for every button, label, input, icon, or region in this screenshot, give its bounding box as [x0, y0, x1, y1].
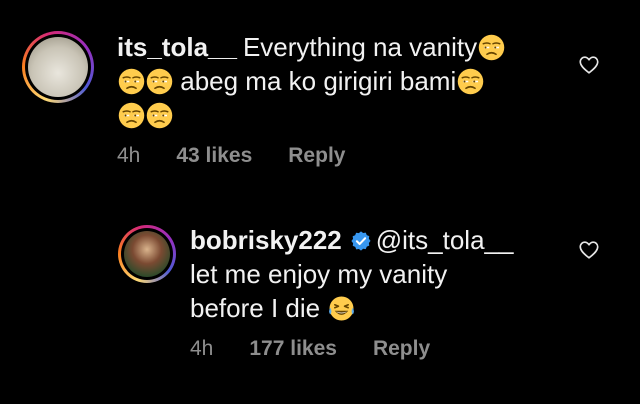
likes-count[interactable]: 43 likes	[176, 144, 252, 168]
avatar[interactable]	[22, 31, 94, 103]
comment-text: its_tola__ Everything na vanity abeg ma k…	[117, 30, 557, 132]
comment-meta: 4h 177 likes Reply	[190, 337, 550, 361]
verified-badge-icon	[351, 231, 371, 251]
comment-line-1: let me enjoy my vanity	[190, 259, 448, 289]
reply-button[interactable]: Reply	[373, 337, 430, 361]
likes-count[interactable]: 177 likes	[249, 337, 337, 361]
unamused-face-emoji	[146, 68, 173, 95]
comment-line-2: before I die	[190, 293, 321, 323]
mention-link[interactable]: @its_tola__	[376, 225, 514, 255]
heart-icon[interactable]	[578, 239, 600, 261]
avatar-image	[124, 231, 170, 277]
comment-body: its_tola__ Everything na vanity abeg ma k…	[117, 30, 557, 168]
timestamp: 4h	[190, 337, 214, 360]
tears-of-joy-emoji	[328, 295, 355, 322]
unamused-face-emoji	[478, 34, 505, 61]
timestamp: 4h	[117, 144, 141, 167]
comment-line-1: Everything na vanity	[242, 32, 478, 62]
comment-meta: 4h 43 likes Reply	[117, 144, 557, 168]
unamused-face-emoji	[146, 102, 173, 129]
avatar-image	[28, 37, 88, 97]
unamused-face-emoji	[118, 102, 145, 129]
username[interactable]: bobrisky222	[190, 225, 342, 255]
reply-button[interactable]: Reply	[288, 144, 345, 168]
avatar[interactable]	[118, 225, 176, 283]
comment-text: bobrisky222 @its_tola__ let me enjoy my …	[190, 223, 550, 325]
comment-body: bobrisky222 @its_tola__ let me enjoy my …	[190, 223, 550, 361]
username[interactable]: its_tola__	[117, 32, 237, 62]
unamused-face-emoji	[118, 68, 145, 95]
unamused-face-emoji	[457, 68, 484, 95]
comment-line-2: abeg ma ko girigiri bami	[180, 66, 457, 96]
heart-icon[interactable]	[578, 54, 600, 76]
